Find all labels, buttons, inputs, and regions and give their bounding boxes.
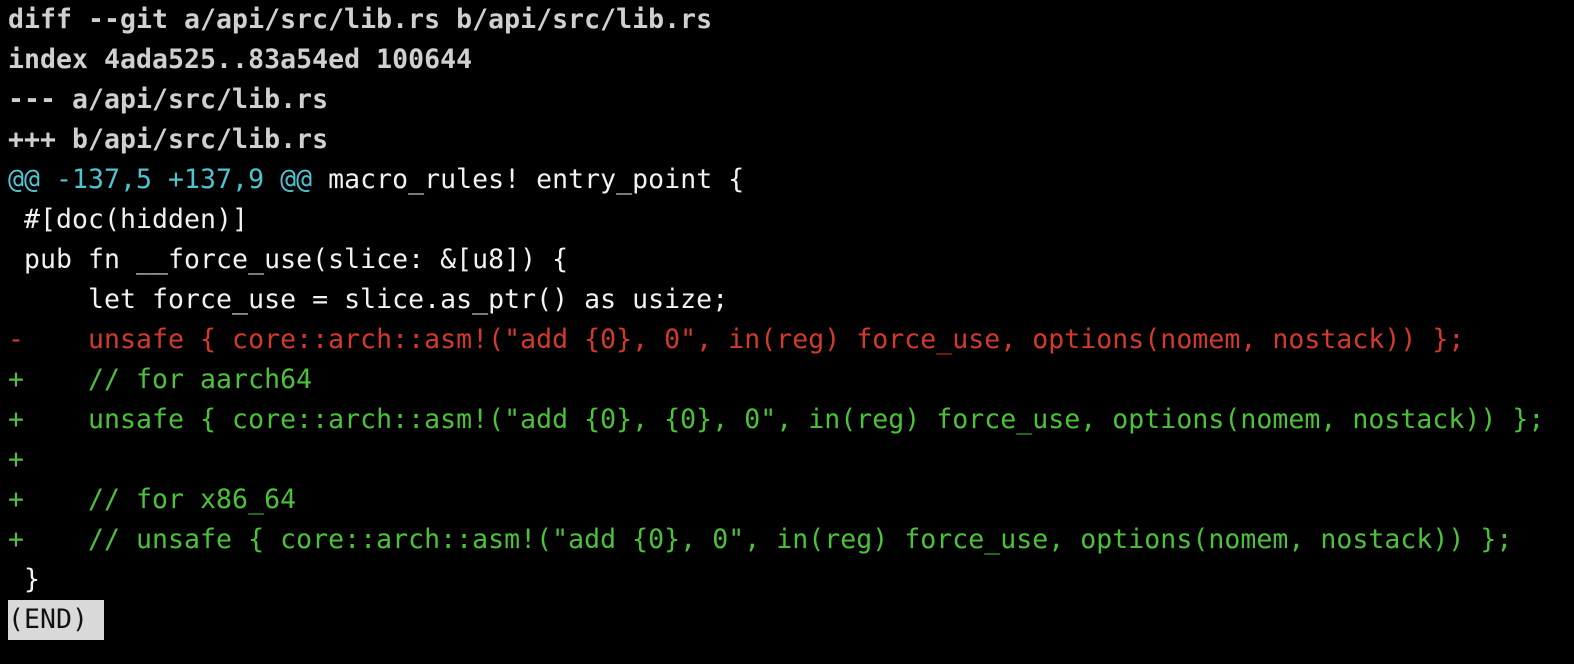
diff-deleted-line: - unsafe { core::arch::asm!("add {0}, 0"… xyxy=(8,324,1465,355)
diff-added-line: + xyxy=(8,444,25,475)
diff-index-line: index 4ada525..83a54ed 100644 xyxy=(8,44,473,75)
hunk-context: macro_rules! entry_point { xyxy=(312,164,745,195)
diff-git-header: diff --git a/api/src/lib.rs b/api/src/li… xyxy=(8,4,713,35)
diff-new-file-line: +++ b/api/src/lib.rs xyxy=(8,124,329,155)
hunk-header: @@ -137,5 +137,9 @@ macro_rules! entry_p… xyxy=(8,160,1568,200)
pager-end-indicator: (END) xyxy=(8,600,105,640)
diff-added-line: + // for x86_64 xyxy=(8,484,297,515)
diff-context-line: pub fn __force_use(slice: &[u8]) { xyxy=(8,244,569,275)
diff-context-line: } xyxy=(8,564,41,595)
diff-context-line: let force_use = slice.as_ptr() as usize; xyxy=(8,284,729,315)
diff-added-line: + // for aarch64 xyxy=(8,364,313,395)
diff-added-line: + // unsafe { core::arch::asm!("add {0},… xyxy=(8,524,1513,555)
diff-added-line: + unsafe { core::arch::asm!("add {0}, {0… xyxy=(8,404,1545,435)
diff-context-line: #[doc(hidden)] xyxy=(8,204,249,235)
diff-old-file-line: --- a/api/src/lib.rs xyxy=(8,84,329,115)
terminal-output: diff --git a/api/src/lib.rs b/api/src/li… xyxy=(8,0,1568,664)
pager-prompt[interactable]: (END) xyxy=(8,600,1568,640)
hunk-range: @@ -137,5 +137,9 @@ xyxy=(8,164,313,195)
